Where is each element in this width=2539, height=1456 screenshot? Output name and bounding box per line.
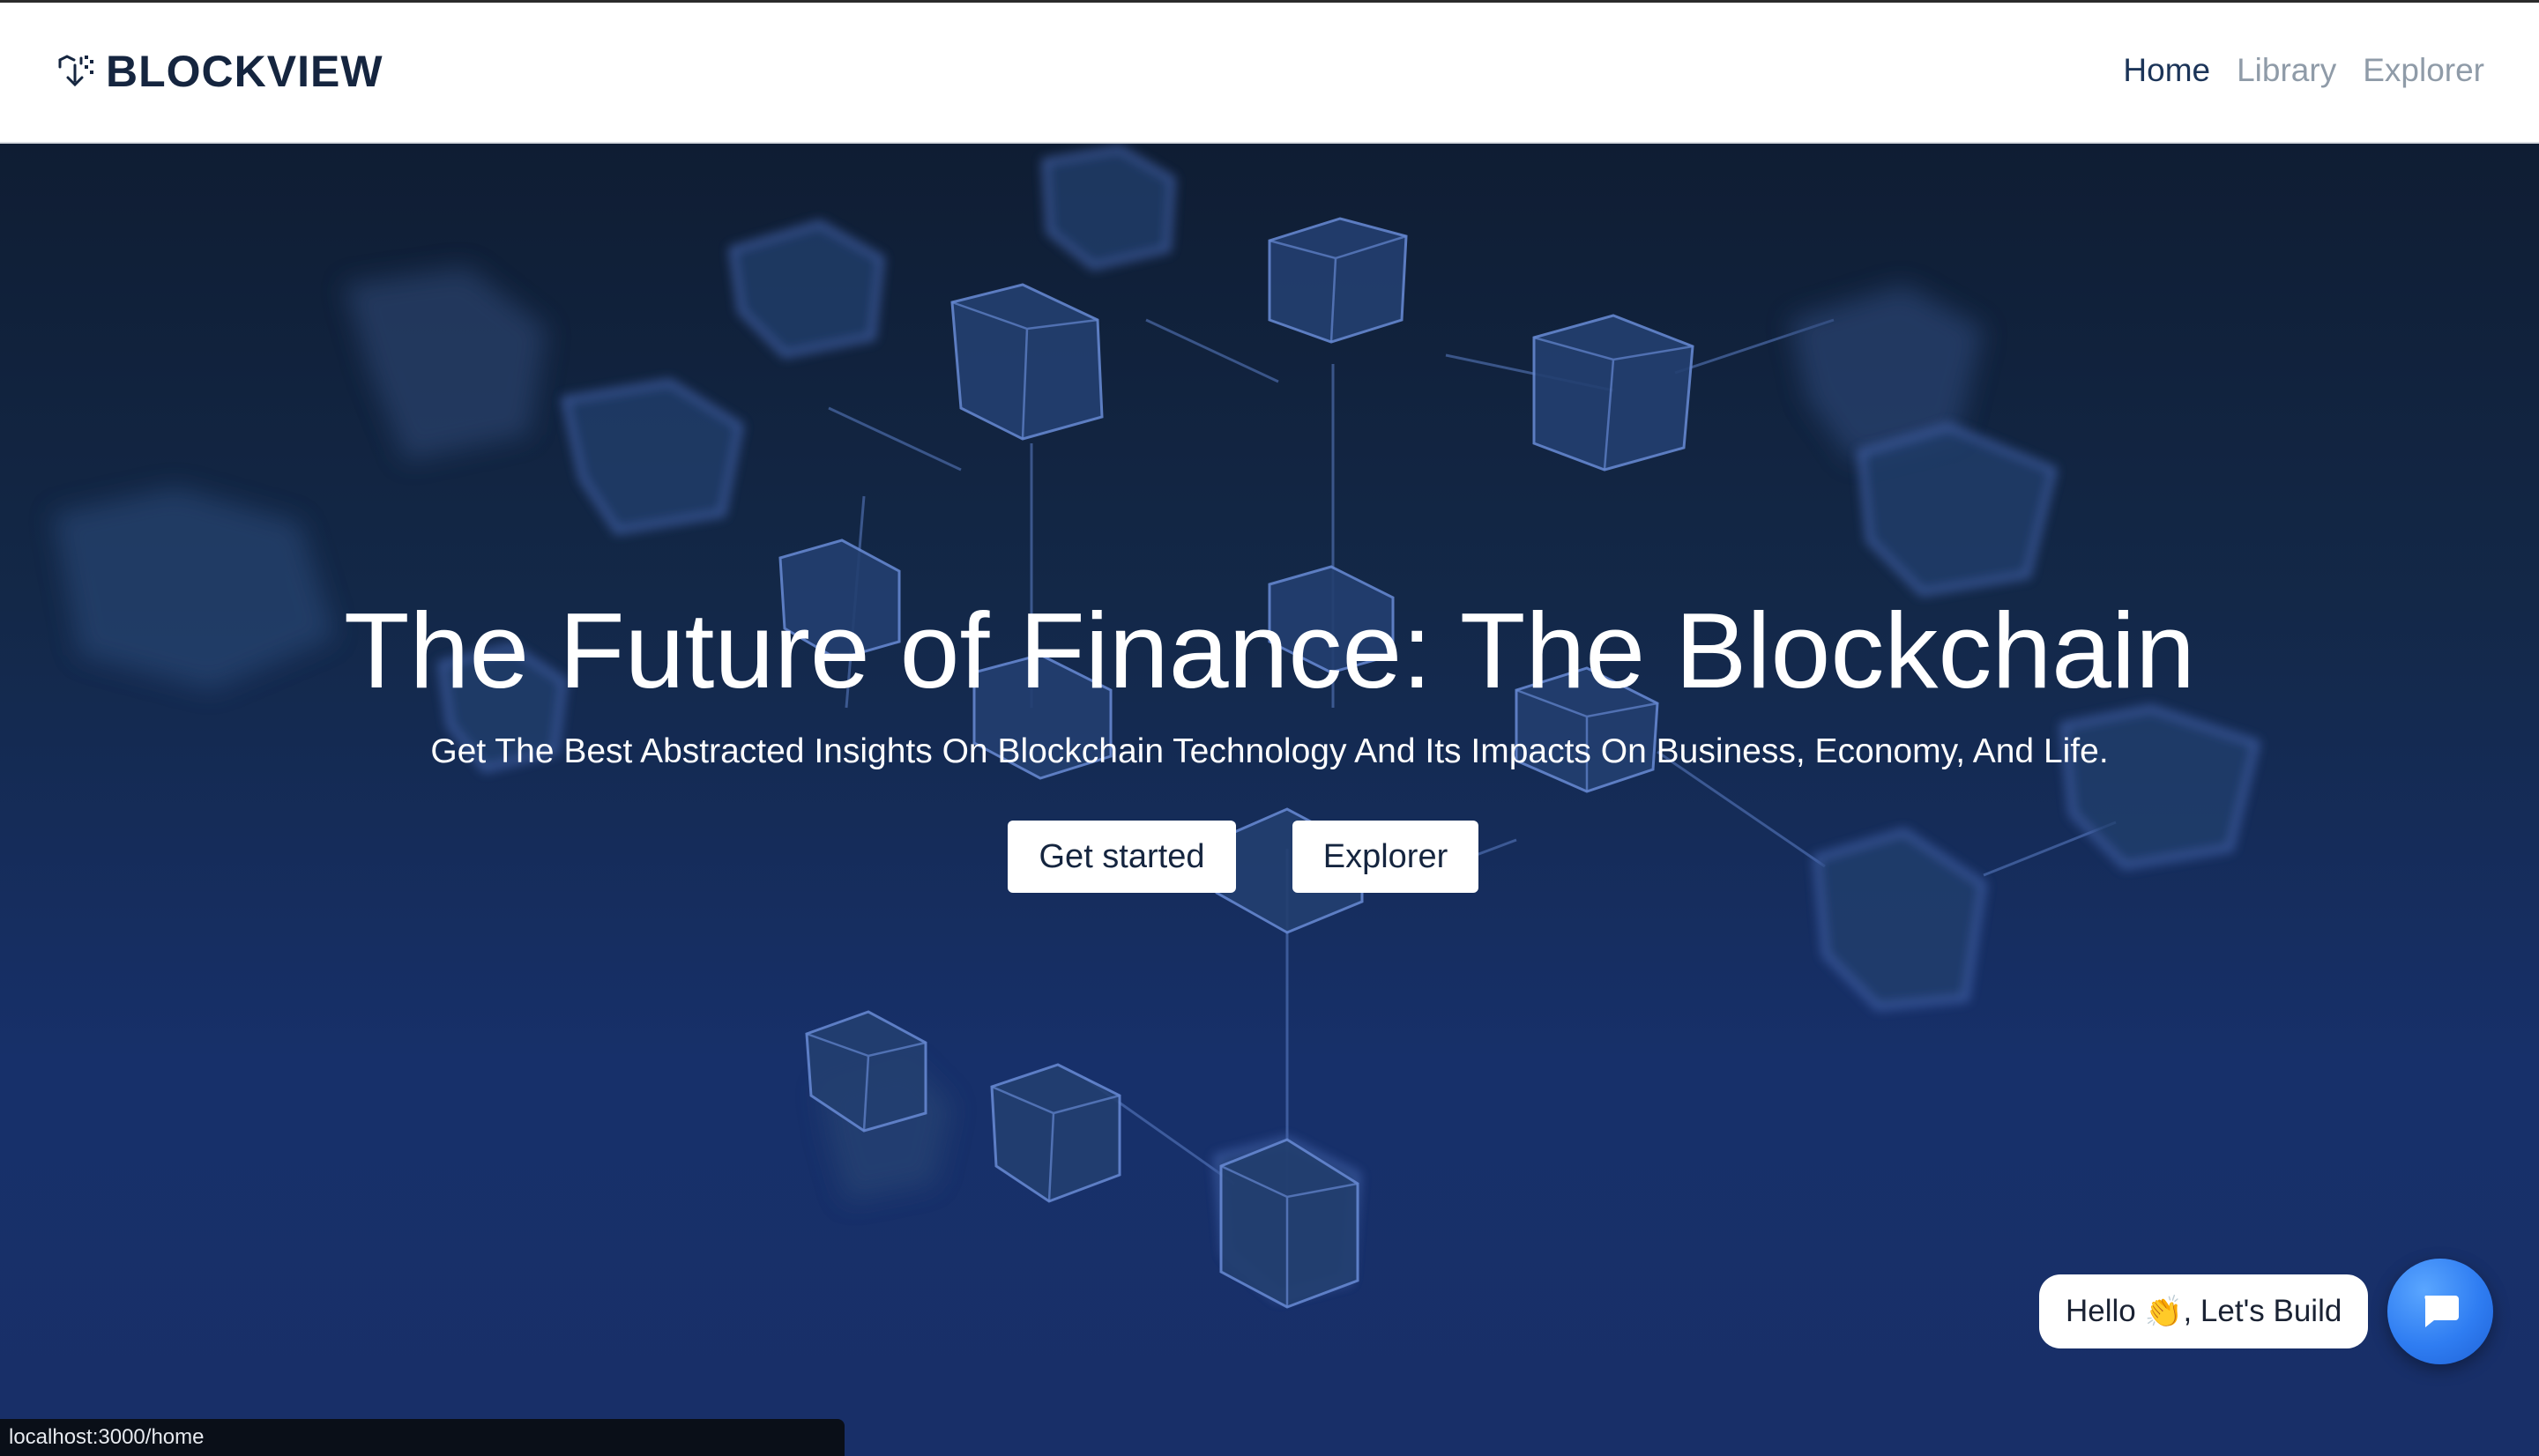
get-started-button[interactable]: Get started — [1008, 821, 1236, 893]
chat-icon — [2424, 1296, 2459, 1327]
chat-greeting-bubble[interactable]: Hello 👏 , Let's Build — [2039, 1274, 2369, 1348]
hero-section: The Future of Finance: The Blockchain Ge… — [0, 144, 2539, 1456]
hero-background-graphic — [53, 145, 2260, 1309]
brand-logo[interactable]: BLOCKVIEW — [55, 47, 383, 96]
explorer-button[interactable]: Explorer — [1292, 821, 1478, 893]
chat-greeting-text-end: , Let's Build — [2183, 1294, 2342, 1328]
nav-link-home[interactable]: Home — [2123, 52, 2210, 89]
navbar: BLOCKVIEW Home Library Explorer — [0, 3, 2539, 144]
blockchain-cube-icon — [58, 55, 93, 87]
brand-name: BLOCKVIEW — [106, 47, 383, 96]
nav-link-explorer[interactable]: Explorer — [2363, 52, 2484, 89]
clapping-hands-icon: 👏 — [2144, 1294, 2184, 1329]
chat-greeting-text-start: Hello — [2066, 1294, 2145, 1328]
main-nav: Home Library Explorer — [2123, 52, 2484, 89]
nav-link-library[interactable]: Library — [2237, 52, 2336, 89]
status-url: localhost:3000/home — [9, 1425, 205, 1449]
hero-subtitle: Get The Best Abstracted Insights On Bloc… — [430, 732, 2109, 770]
hero-title: The Future of Finance: The Blockchain — [344, 591, 2195, 710]
browser-status-bar: localhost:3000/home — [0, 1419, 845, 1456]
chat-launcher-button[interactable] — [2387, 1259, 2493, 1364]
